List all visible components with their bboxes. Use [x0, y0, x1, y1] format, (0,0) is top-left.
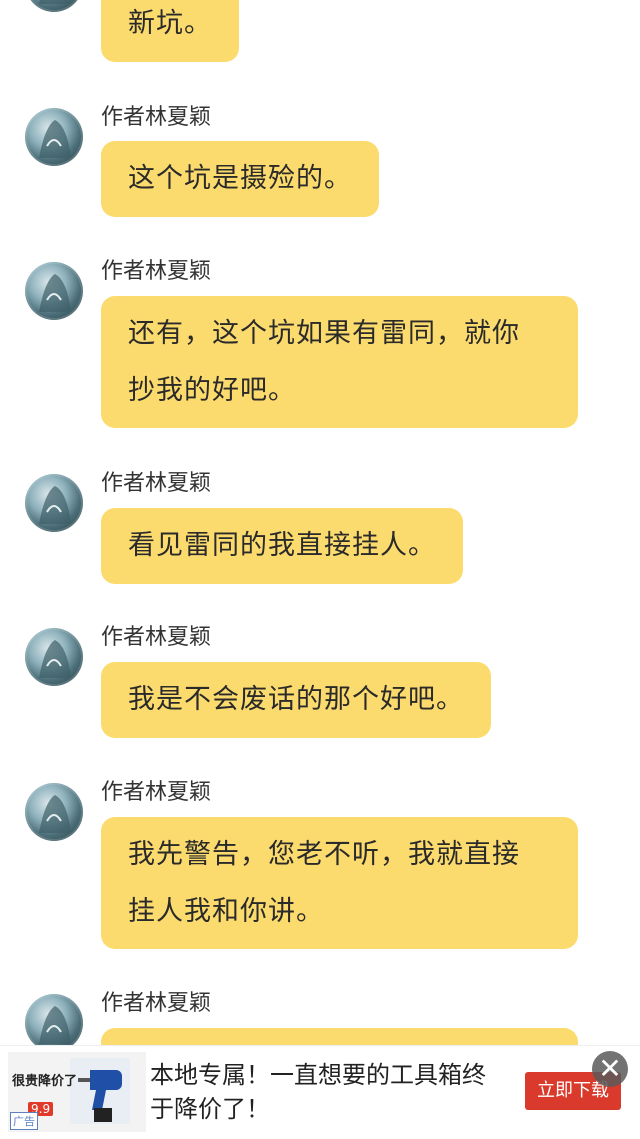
- author-name: 作者林夏颖: [101, 105, 212, 130]
- author-name: 作者林夏颖: [101, 259, 212, 284]
- author-avatar[interactable]: [25, 108, 83, 166]
- author-avatar[interactable]: [25, 474, 83, 532]
- message-bubble[interactable]: 我先警告，您老不听，我就直接 挂人我和你讲。: [101, 817, 578, 949]
- message-text: 挂人我和你讲。: [128, 896, 324, 927]
- author-name: 作者林夏颖: [101, 991, 212, 1016]
- message-bubble[interactable]: 我是不会废话的那个好吧。: [101, 662, 491, 738]
- author-avatar[interactable]: [25, 262, 83, 320]
- message-text: 抄我的好吧。: [128, 375, 296, 406]
- message-text: 这个坑是摄殓的。: [128, 163, 352, 194]
- message-bubble[interactable]: 新坑。: [101, 0, 239, 62]
- message-text: 新坑。: [128, 8, 212, 39]
- ad-label: 广告: [10, 1112, 38, 1130]
- author-avatar[interactable]: [25, 0, 83, 12]
- chat-list[interactable]: 新坑。 作者林夏颖 这个坑是摄殓的。 作者林夏颖 还有，这个坑如果有雷同，就你 …: [0, 0, 640, 1045]
- close-icon[interactable]: ✕: [592, 1051, 628, 1087]
- message-text: 看见雷同的我直接挂人。: [128, 530, 436, 561]
- author-avatar[interactable]: [25, 783, 83, 841]
- message-bubble[interactable]: 还有，这个坑如果有雷同，就你 抄我的好吧。: [101, 296, 578, 428]
- author-avatar[interactable]: [25, 994, 83, 1045]
- ad-thumb-title: 很贵降价了: [12, 1074, 78, 1089]
- author-name: 作者林夏颖: [101, 471, 212, 496]
- ad-text[interactable]: 本地专属！一直想要的工具箱终于降价了！: [150, 1058, 500, 1126]
- message-bubble[interactable]: 看见雷同的我直接挂人。: [101, 508, 463, 584]
- message-bubble[interactable]: [101, 1028, 578, 1045]
- message-text: 还有，这个坑如果有雷同，就你: [128, 318, 520, 349]
- author-name: 作者林夏颖: [101, 780, 212, 805]
- message-bubble[interactable]: 这个坑是摄殓的。: [101, 141, 379, 217]
- message-text: 我先警告，您老不听，我就直接: [128, 839, 520, 870]
- author-name: 作者林夏颖: [101, 625, 212, 650]
- ad-thumbnail[interactable]: 很贵降价了 9.9 广告: [8, 1052, 146, 1132]
- author-avatar[interactable]: [25, 628, 83, 686]
- message-text: 我是不会废话的那个好吧。: [128, 684, 464, 715]
